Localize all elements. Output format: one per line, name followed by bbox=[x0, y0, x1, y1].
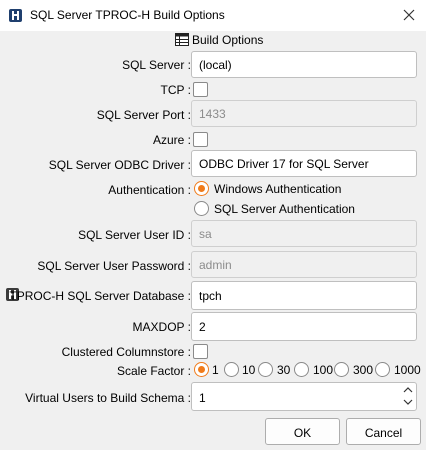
scale-factor-option-1000[interactable]: 1000 bbox=[394, 363, 421, 377]
table-icon bbox=[175, 33, 189, 46]
virtual-users-label: Virtual Users to Build Schema : bbox=[25, 391, 191, 405]
spin-up-icon[interactable] bbox=[402, 385, 414, 395]
database-input[interactable]: tpch bbox=[191, 281, 417, 310]
odbc-driver-input[interactable]: ODBC Driver 17 for SQL Server bbox=[191, 150, 417, 177]
scale-factor-option-10[interactable]: 10 bbox=[242, 363, 255, 377]
scale-factor-label: Scale Factor : bbox=[116, 364, 191, 378]
virtual-users-spinbox[interactable]: 1 bbox=[191, 382, 417, 411]
user-id-label: SQL Server User ID : bbox=[78, 228, 191, 242]
sql-server-input[interactable]: (local) bbox=[191, 51, 417, 78]
user-password-label: SQL Server User Password : bbox=[37, 259, 191, 273]
user-password-input[interactable]: admin bbox=[191, 251, 417, 278]
close-button[interactable] bbox=[394, 4, 424, 26]
scale-factor-option-100[interactable]: 100 bbox=[313, 363, 333, 377]
spin-down-icon[interactable] bbox=[402, 397, 414, 407]
maxdop-label: MAXDOP : bbox=[132, 320, 191, 334]
clustered-columnstore-label: Clustered Columnstore : bbox=[61, 345, 191, 359]
title-bar: SQL Server TPROC-H Build Options bbox=[0, 0, 426, 31]
scale-factor-radio-1000[interactable] bbox=[375, 362, 390, 377]
windows-auth-label[interactable]: Windows Authentication bbox=[214, 182, 341, 196]
scale-factor-radio-10[interactable] bbox=[224, 362, 239, 377]
scale-factor-radio-300[interactable] bbox=[334, 362, 349, 377]
scale-factor-radio-30[interactable] bbox=[258, 362, 273, 377]
authentication-label: Authentication : bbox=[108, 183, 191, 197]
sql-auth-radio[interactable] bbox=[194, 201, 209, 216]
sql-server-port-label: SQL Server Port : bbox=[96, 108, 191, 122]
scale-factor-radio-100[interactable] bbox=[294, 362, 309, 377]
cancel-button[interactable]: Cancel bbox=[346, 418, 421, 445]
scale-factor-option-1[interactable]: 1 bbox=[212, 363, 219, 377]
close-icon bbox=[403, 9, 415, 21]
odbc-driver-label: SQL Server ODBC Driver : bbox=[48, 158, 191, 172]
sql-auth-label[interactable]: SQL Server Authentication bbox=[214, 202, 355, 216]
section-title: Build Options bbox=[192, 33, 264, 47]
scale-factor-option-30[interactable]: 30 bbox=[277, 363, 290, 377]
tcp-checkbox[interactable] bbox=[193, 82, 208, 97]
windows-auth-radio[interactable] bbox=[194, 181, 209, 196]
ok-button[interactable]: OK bbox=[265, 418, 340, 445]
user-id-input[interactable]: sa bbox=[191, 220, 417, 247]
window-title: SQL Server TPROC-H Build Options bbox=[30, 8, 225, 22]
clustered-columnstore-checkbox[interactable] bbox=[193, 344, 208, 359]
azure-label: Azure : bbox=[152, 133, 191, 147]
app-icon bbox=[9, 9, 22, 22]
sql-server-label: SQL Server : bbox=[122, 58, 191, 72]
scale-factor-radio-1[interactable] bbox=[194, 362, 209, 377]
database-label: TPROC-H SQL Server Database : bbox=[9, 289, 191, 303]
tcp-label: TCP : bbox=[160, 83, 191, 97]
scale-factor-option-300[interactable]: 300 bbox=[353, 363, 373, 377]
maxdop-input[interactable]: 2 bbox=[191, 312, 417, 341]
sql-server-port-input[interactable]: 1433 bbox=[191, 100, 417, 127]
azure-checkbox[interactable] bbox=[193, 132, 208, 147]
